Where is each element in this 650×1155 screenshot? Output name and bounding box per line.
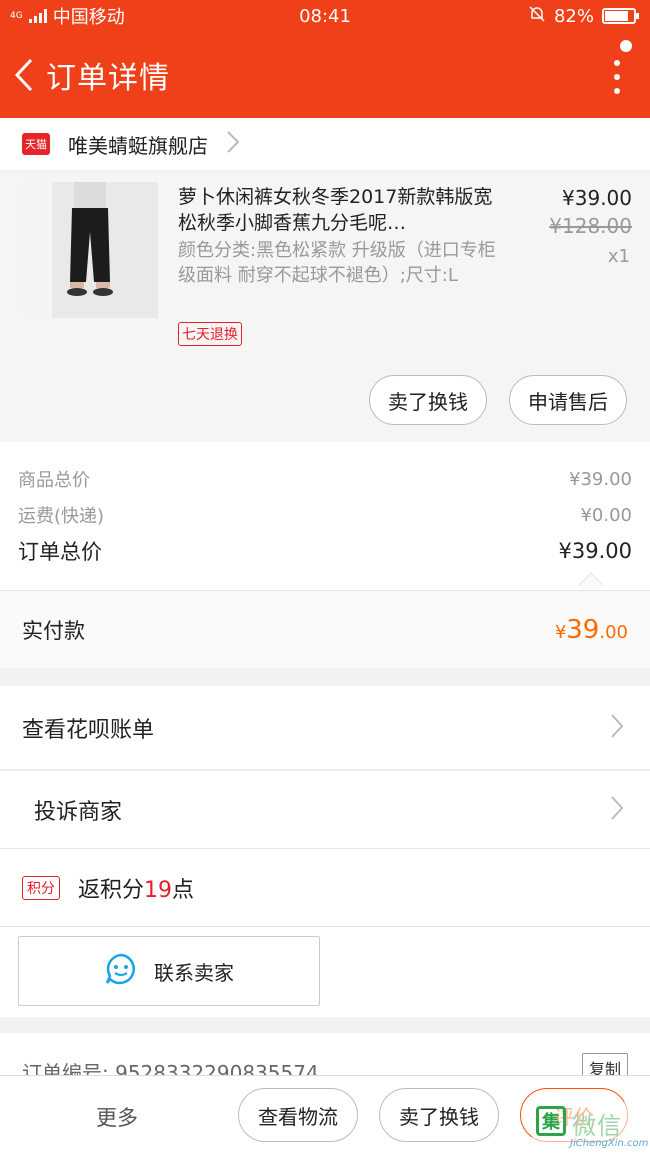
points-row: 积分 返积分19点 <box>0 849 650 927</box>
huabei-bill-row[interactable]: 查看花呗账单 <box>0 686 650 770</box>
network-type: 4G <box>10 10 23 21</box>
mute-icon <box>528 5 546 28</box>
more-menu-icon[interactable] <box>612 60 622 94</box>
watermark-url: JiChengXin.com <box>570 1138 649 1149</box>
shipping-label: 运费(快递) <box>18 506 105 527</box>
paid-currency: ¥ <box>554 621 567 643</box>
points-tag: 积分 <box>22 875 60 900</box>
signal-icon <box>28 9 47 23</box>
sell-button[interactable]: 卖了换钱 <box>369 375 487 425</box>
contact-seller-label: 联系卖家 <box>154 960 234 985</box>
site-watermark: 集 微信 JiChengXin.com <box>532 1102 650 1155</box>
status-right: 82% <box>528 5 639 28</box>
order-number-row: 订单编号: 952833229083557​4 复制 <box>0 1033 650 1077</box>
points-prefix: 返积分 <box>78 877 145 903</box>
shipping-value: ¥0.00 <box>580 504 632 526</box>
status-left: 4G 中国移动 <box>10 3 528 29</box>
huabei-bill-label: 查看花呗账单 <box>22 717 155 743</box>
chevron-right-icon <box>610 795 624 825</box>
battery-percent: 82% <box>553 5 594 27</box>
product-card[interactable]: 萝卜休闲裤女秋冬季2017新款韩版宽松秋季小脚香蕉九分毛呢… 颜色分类:黑色松紧… <box>0 172 650 442</box>
contact-seller-button[interactable]: 联系卖家 <box>18 936 320 1006</box>
network-indicator: 4G <box>10 10 23 21</box>
paid-amount: ¥39.00 <box>555 615 628 645</box>
after-sale-button[interactable]: 申请售后 <box>509 375 627 425</box>
order-total-label: 订单总价 <box>18 540 102 564</box>
points-number: 19 <box>144 877 173 903</box>
shop-name: 唯美蜻蜓旗舰店 <box>68 133 208 158</box>
goods-total-label: 商品总价 <box>18 470 90 491</box>
complain-merchant-label: 投诉商家 <box>34 799 123 825</box>
product-original-price: ¥128.00 <box>549 214 632 238</box>
copy-button[interactable]: 复制 <box>581 1053 628 1077</box>
contact-area: 联系卖家 <box>0 927 650 1017</box>
status-bar: 4G 中国移动 08:41 82% <box>0 0 650 32</box>
shop-row[interactable]: 天猫 唯美蜻蜓旗舰店 <box>0 118 650 170</box>
carrier-name: 中国移动 <box>52 7 125 28</box>
watermark-logo: 集 <box>536 1106 566 1136</box>
shipping-row: 运费(快递) ¥0.00 <box>18 502 632 528</box>
view-logistics-button[interactable]: 查看物流 <box>238 1088 358 1142</box>
tmall-badge: 天猫 <box>22 133 50 155</box>
price-summary: 商品总价 ¥39.00 运费(快递) ¥0.00 订单总价 ¥39.00 <box>0 442 650 590</box>
paid-integer: 39 <box>566 614 600 645</box>
order-total-row: 订单总价 ¥39.00 <box>18 536 632 566</box>
paid-decimal: .00 <box>599 621 628 643</box>
paid-row: 实付款 ¥39.00 <box>0 590 650 668</box>
points-text: 返积分19点 <box>78 872 194 904</box>
sell-button-bottom[interactable]: 卖了换钱 <box>379 1088 499 1142</box>
page-title: 订单详情 <box>46 61 170 96</box>
more-button[interactable]: 更多 <box>96 1102 138 1132</box>
goods-total-value: ¥39.00 <box>569 468 632 490</box>
complain-merchant-row[interactable]: 投诉商家 <box>0 771 650 849</box>
chevron-right-icon <box>610 713 624 743</box>
product-price: ¥39.00 <box>562 186 632 210</box>
return-policy-tag: 七天退换 <box>178 322 242 346</box>
order-number: 订单编号: 952833229083557​4 <box>22 1061 319 1077</box>
paid-label: 实付款 <box>22 618 85 643</box>
chevron-right-icon <box>226 130 240 158</box>
points-suffix: 点 <box>172 877 195 903</box>
product-title[interactable]: 萝卜休闲裤女秋冬季2017新款韩版宽松秋季小脚香蕉九分毛呢… <box>178 184 498 236</box>
title-bar: 订单详情 <box>0 32 650 118</box>
order-total-value: ¥39.00 <box>558 539 632 563</box>
product-quantity: x1 <box>607 246 630 267</box>
goods-total-row: 商品总价 ¥39.00 <box>18 466 632 492</box>
back-icon[interactable] <box>2 32 46 118</box>
product-spec: 颜色分类:黑色松紧款 升级版（进口专柜级面料 耐穿不起球不褪色）;尺寸:L <box>178 240 496 286</box>
chat-bubble-icon <box>104 952 138 991</box>
watermark-text: 微信 <box>572 1112 622 1140</box>
notification-dot <box>620 40 632 52</box>
battery-icon <box>602 8 639 24</box>
product-image[interactable] <box>22 182 158 318</box>
